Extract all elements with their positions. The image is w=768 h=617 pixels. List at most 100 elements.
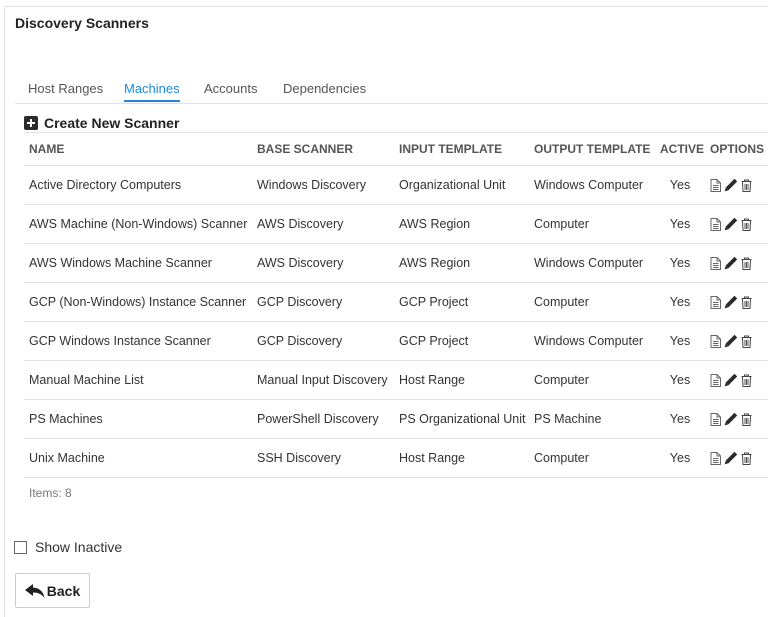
document-icon[interactable] — [710, 334, 721, 348]
pencil-icon[interactable] — [724, 295, 738, 309]
cell-name: PS Machines — [24, 399, 252, 439]
cell-name: Manual Machine List — [24, 360, 252, 400]
show-inactive-toggle: Show Inactive — [14, 539, 122, 555]
cell-base-scanner: GCP Discovery — [252, 282, 394, 322]
cell-active: Yes — [655, 204, 705, 244]
cell-active: Yes — [655, 360, 705, 400]
document-icon[interactable] — [710, 373, 721, 387]
column-header-input-template[interactable]: INPUT TEMPLATE — [394, 132, 529, 166]
active-tab-indicator — [124, 100, 180, 102]
pencil-icon[interactable] — [724, 256, 738, 270]
tab-machines[interactable]: Machines — [124, 81, 180, 96]
column-header-active[interactable]: ACTIVE — [655, 132, 705, 166]
cell-output-template: PS Machine — [529, 399, 655, 439]
document-icon[interactable] — [710, 217, 721, 231]
cell-input-template: GCP Project — [394, 321, 529, 361]
column-header-output-template[interactable]: OUTPUT TEMPLATE — [529, 132, 655, 166]
cell-output-template: Windows Computer — [529, 165, 655, 205]
cell-base-scanner: AWS Discovery — [252, 204, 394, 244]
cell-input-template: Host Range — [394, 438, 529, 478]
back-label: Back — [46, 582, 81, 599]
show-inactive-label: Show Inactive — [35, 539, 123, 555]
cell-output-template: Windows Computer — [529, 321, 655, 361]
cell-output-template: Computer — [529, 282, 655, 322]
create-new-scanner-button[interactable]: Create New Scanner — [24, 114, 179, 131]
pencil-icon[interactable] — [724, 451, 738, 465]
trash-icon[interactable] — [741, 335, 752, 348]
cell-options — [705, 360, 768, 400]
pencil-icon[interactable] — [724, 334, 738, 348]
cell-input-template: PS Organizational Unit — [394, 399, 529, 439]
cell-name: Unix Machine — [24, 438, 252, 478]
cell-output-template: Computer — [529, 204, 655, 244]
cell-active: Yes — [655, 399, 705, 439]
trash-icon[interactable] — [741, 374, 752, 387]
cell-input-template: AWS Region — [394, 243, 529, 283]
cell-name: AWS Machine (Non-Windows) Scanner — [24, 204, 252, 244]
reply-arrow-icon — [24, 583, 45, 598]
cell-output-template: Computer — [529, 438, 655, 478]
table-body: Active Directory Computers Windows Discov… — [24, 165, 768, 478]
cell-options — [705, 438, 768, 478]
cell-active: Yes — [655, 282, 705, 322]
trash-icon[interactable] — [741, 296, 752, 309]
tab-accounts[interactable]: Accounts — [204, 81, 257, 96]
cell-input-template: AWS Region — [394, 204, 529, 244]
document-icon[interactable] — [710, 295, 721, 309]
trash-icon[interactable] — [741, 413, 752, 426]
document-icon[interactable] — [710, 451, 721, 465]
cell-base-scanner: GCP Discovery — [252, 321, 394, 361]
cell-active: Yes — [655, 438, 705, 478]
cell-input-template: Organizational Unit — [394, 165, 529, 205]
cell-active: Yes — [655, 165, 705, 205]
column-header-base-scanner[interactable]: BASE SCANNER — [252, 132, 394, 166]
trash-icon[interactable] — [741, 257, 752, 270]
table-row[interactable]: AWS Windows Machine Scanner AWS Discovery… — [24, 243, 768, 283]
cell-options — [705, 282, 768, 322]
scanners-table: NAME BASE SCANNER INPUT TEMPLATE OUTPUT … — [24, 132, 768, 478]
cell-base-scanner: PowerShell Discovery — [252, 399, 394, 439]
table-header-row: NAME BASE SCANNER INPUT TEMPLATE OUTPUT … — [24, 132, 768, 166]
document-icon[interactable] — [710, 412, 721, 426]
table-row[interactable]: Unix Machine SSH Discovery Host Range Compu… — [24, 438, 768, 478]
tab-host-ranges[interactable]: Host Ranges — [28, 81, 103, 96]
pencil-icon[interactable] — [724, 178, 738, 192]
cell-output-template: Windows Computer — [529, 243, 655, 283]
cell-name: AWS Windows Machine Scanner — [24, 243, 252, 283]
pencil-icon[interactable] — [724, 217, 738, 231]
back-button[interactable]: Back — [15, 573, 90, 608]
create-new-scanner-label: Create New Scanner — [44, 114, 180, 131]
cell-output-template: Computer — [529, 360, 655, 400]
page-title: Discovery Scanners — [15, 15, 149, 31]
cell-options — [705, 321, 768, 361]
table-row[interactable]: GCP (Non-Windows) Instance Scanner GCP Di… — [24, 282, 768, 322]
document-icon[interactable] — [710, 178, 721, 192]
cell-base-scanner: SSH Discovery — [252, 438, 394, 478]
trash-icon[interactable] — [741, 179, 752, 192]
table-row[interactable]: PS Machines PowerShell Discovery PS Organi… — [24, 399, 768, 439]
table-row[interactable]: Manual Machine List Manual Input Discover… — [24, 360, 768, 400]
cell-options — [705, 204, 768, 244]
trash-icon[interactable] — [741, 218, 752, 231]
cell-input-template: Host Range — [394, 360, 529, 400]
cell-input-template: GCP Project — [394, 282, 529, 322]
table-row[interactable]: Active Directory Computers Windows Discov… — [24, 165, 768, 205]
items-count: Items: 8 — [29, 486, 72, 500]
document-icon[interactable] — [710, 256, 721, 270]
cell-base-scanner: Windows Discovery — [252, 165, 394, 205]
pencil-icon[interactable] — [724, 412, 738, 426]
trash-icon[interactable] — [741, 452, 752, 465]
cell-base-scanner: Manual Input Discovery — [252, 360, 394, 400]
cell-name: GCP Windows Instance Scanner — [24, 321, 252, 361]
cell-base-scanner: AWS Discovery — [252, 243, 394, 283]
tab-dependencies[interactable]: Dependencies — [283, 81, 366, 96]
cell-options — [705, 399, 768, 439]
cell-options — [705, 243, 768, 283]
column-header-name[interactable]: NAME — [24, 132, 252, 166]
pencil-icon[interactable] — [724, 373, 738, 387]
table-row[interactable]: AWS Machine (Non-Windows) Scanner AWS Dis… — [24, 204, 768, 244]
show-inactive-checkbox[interactable] — [14, 540, 27, 554]
cell-name: Active Directory Computers — [24, 165, 252, 205]
table-row[interactable]: GCP Windows Instance Scanner GCP Discover… — [24, 321, 768, 361]
cell-name: GCP (Non-Windows) Instance Scanner — [24, 282, 252, 322]
